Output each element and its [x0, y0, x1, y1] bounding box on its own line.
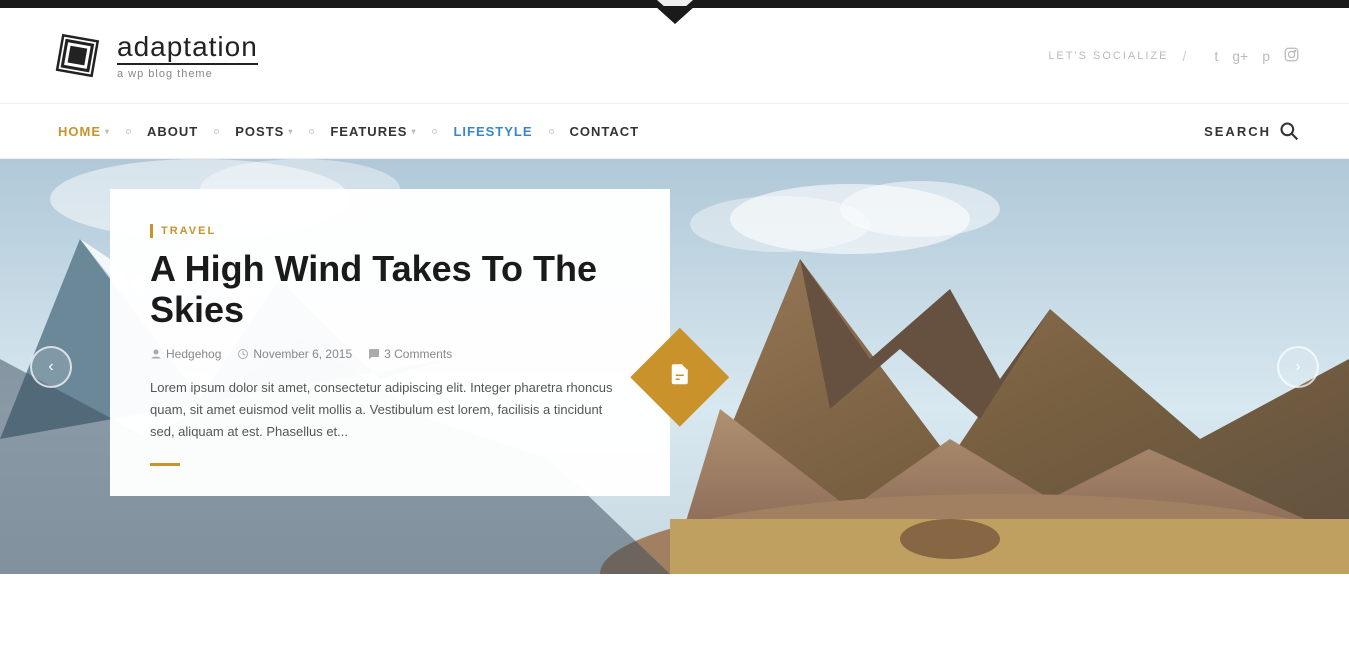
card-title: A High Wind Takes To The Skies [150, 248, 630, 331]
nav-items: HOME ▾ ABOUT POSTS ▾ FEATURES ▾ LIFESTYL… [50, 104, 1204, 159]
social-divider: / [1182, 48, 1186, 64]
nav-dot-3 [309, 129, 314, 134]
comments-meta: 3 Comments [368, 347, 452, 361]
search-icon [1279, 121, 1299, 141]
nav-arrow-features: ▾ [411, 127, 416, 136]
logo-text: adaptation a wp blog theme [117, 31, 258, 80]
nav-dot-1 [126, 129, 131, 134]
top-bar-arrow [655, 6, 695, 24]
card-meta: Hedgehog November 6, 2015 3 Comments [150, 347, 630, 361]
nav-arrow-posts: ▾ [288, 127, 293, 136]
logo-area: adaptation a wp blog theme [50, 28, 258, 83]
comment-icon [368, 348, 380, 360]
hero-card: TRAVEL A High Wind Takes To The Skies He… [110, 189, 670, 496]
nav-item-home[interactable]: HOME ▾ [50, 104, 118, 159]
nav-dot-2 [214, 129, 219, 134]
site-name: adaptation [117, 31, 258, 63]
author-icon [150, 348, 162, 360]
nav-item-lifestyle[interactable]: LIFESTYLE [445, 104, 540, 159]
card-excerpt: Lorem ipsum dolor sit amet, consectetur … [150, 377, 630, 443]
search-label: SEARCH [1204, 124, 1271, 139]
author-meta: Hedgehog [150, 347, 221, 361]
diamond-inner-icon [668, 362, 692, 392]
clock-icon [237, 348, 249, 360]
instagram-icon[interactable] [1284, 47, 1299, 65]
nav-item-about[interactable]: ABOUT [139, 104, 206, 159]
social-area: LET'S SOCIALIZE /  t g+ p [1048, 47, 1299, 65]
hero-section: TRAVEL A High Wind Takes To The Skies He… [0, 159, 1349, 574]
card-line [150, 463, 180, 466]
card-category: TRAVEL [150, 224, 630, 238]
twitter-icon[interactable]: t [1214, 48, 1218, 64]
nav-item-posts[interactable]: POSTS ▾ [227, 104, 301, 159]
googleplus-icon[interactable]: g+ [1232, 48, 1248, 64]
slider-prev-button[interactable]: ‹ [30, 346, 72, 388]
navbar: HOME ▾ ABOUT POSTS ▾ FEATURES ▾ LIFESTYL… [0, 104, 1349, 159]
nav-arrow-home: ▾ [105, 127, 110, 136]
social-label: LET'S SOCIALIZE [1048, 50, 1168, 62]
slider-next-button[interactable]: › [1277, 346, 1319, 388]
nav-search[interactable]: SEARCH [1204, 121, 1299, 141]
nav-dot-4 [432, 129, 437, 134]
nav-dot-5 [549, 129, 554, 134]
date-meta: November 6, 2015 [237, 347, 352, 361]
logo-icon [50, 28, 105, 83]
nav-item-contact[interactable]: CONTACT [562, 104, 648, 159]
pinterest-icon[interactable]: p [1262, 48, 1270, 64]
nav-item-features[interactable]: FEATURES ▾ [322, 104, 424, 159]
site-tagline: a wp blog theme [117, 63, 258, 80]
